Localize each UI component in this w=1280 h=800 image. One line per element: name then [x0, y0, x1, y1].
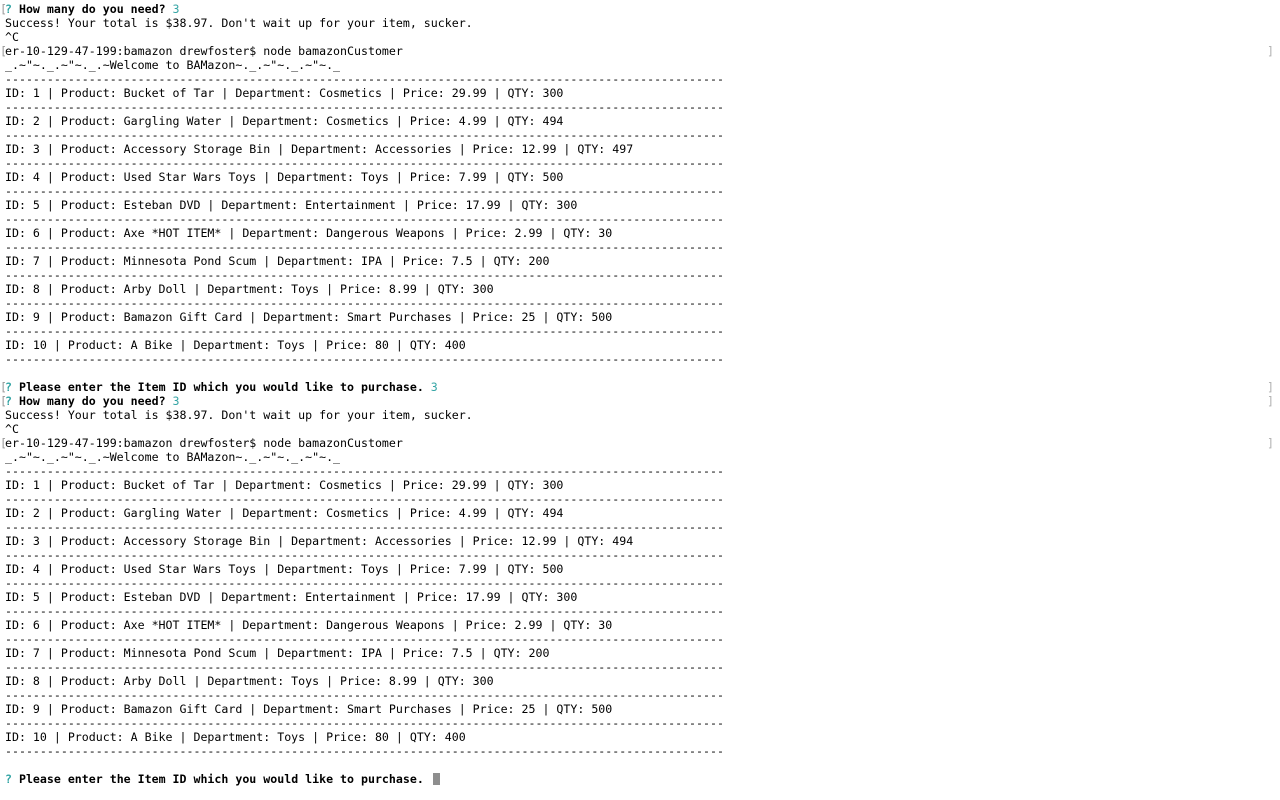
separator-line: ----------------------------------------… — [5, 100, 724, 114]
separator-line: ----------------------------------------… — [5, 156, 724, 170]
table-row: ID: 2 | Product: Gargling Water | Depart… — [5, 114, 564, 128]
welcome-banner: _.~"~._.~"~._.~Welcome to BAMazon~._.~"~… — [5, 58, 341, 72]
separator-line: ----------------------------------------… — [5, 296, 724, 310]
terminal-cursor[interactable] — [432, 773, 440, 785]
table-row: ID: 4 | Product: Used Star Wars Toys | D… — [5, 170, 564, 184]
table-row: ID: 7 | Product: Minnesota Pond Scum | D… — [5, 646, 550, 660]
table-row: ID: 1 | Product: Bucket of Tar | Departm… — [5, 86, 564, 100]
prompt-line-qty: ? How many do you need? 3 — [5, 394, 180, 408]
separator-line: ----------------------------------------… — [5, 268, 724, 282]
ctrl-c-line: ^C — [5, 422, 19, 436]
table-row: ID: 9 | Product: Bamazon Gift Card | Dep… — [5, 310, 613, 324]
wrap-marker-right: ] — [1267, 436, 1274, 450]
table-row: ID: 4 | Product: Used Star Wars Toys | D… — [5, 562, 564, 576]
separator-line: ----------------------------------------… — [5, 660, 724, 674]
separator-line: ----------------------------------------… — [5, 352, 724, 366]
purchase-question: Please enter the Item ID which you would… — [18, 772, 424, 786]
separator-line: ----------------------------------------… — [5, 716, 724, 730]
separator-line: ----------------------------------------… — [5, 492, 724, 506]
separator-line: ----------------------------------------… — [5, 324, 724, 338]
table-row: ID: 3 | Product: Accessory Storage Bin |… — [5, 534, 634, 548]
ctrl-c-line: ^C — [5, 30, 19, 44]
shell-prompt-line: er-10-129-47-199:bamazon drewfoster$ nod… — [5, 44, 403, 58]
wrap-marker-right: ] — [1267, 394, 1274, 408]
terminal-window[interactable]: [ ? How many do you need? 3 Success! You… — [0, 0, 1280, 800]
table-row: ID: 9 | Product: Bamazon Gift Card | Dep… — [5, 702, 613, 716]
separator-line: ----------------------------------------… — [5, 464, 724, 478]
table-row: ID: 5 | Product: Esteban DVD | Departmen… — [5, 590, 578, 604]
table-row: ID: 8 | Product: Arby Doll | Department:… — [5, 282, 494, 296]
qty-answer: 3 — [172, 394, 180, 408]
wrap-marker-right: ] — [1267, 380, 1274, 394]
separator-line: ----------------------------------------… — [5, 548, 724, 562]
separator-line: ----------------------------------------… — [5, 744, 724, 758]
prompt-line-purchase: ? Please enter the Item ID which you wou… — [5, 380, 438, 394]
table-row: ID: 8 | Product: Arby Doll | Department:… — [5, 674, 494, 688]
separator-line: ----------------------------------------… — [5, 184, 724, 198]
table-row: ID: 5 | Product: Esteban DVD | Departmen… — [5, 198, 578, 212]
separator-line: ----------------------------------------… — [5, 212, 724, 226]
separator-line: ----------------------------------------… — [5, 240, 724, 254]
qty-answer: 3 — [172, 2, 180, 16]
separator-line: ----------------------------------------… — [5, 576, 724, 590]
table-row: ID: 6 | Product: Axe *HOT ITEM* | Depart… — [5, 618, 613, 632]
table-row: ID: 1 | Product: Bucket of Tar | Departm… — [5, 478, 564, 492]
separator-line: ----------------------------------------… — [5, 520, 724, 534]
success-message: Success! Your total is $38.97. Don't wai… — [5, 16, 473, 30]
wrap-marker-right: ] — [1267, 44, 1274, 58]
table-row: ID: 10 | Product: A Bike | Department: T… — [5, 338, 466, 352]
qty-question: How many do you need? — [18, 394, 166, 408]
purchase-question: Please enter the Item ID which you would… — [18, 380, 424, 394]
separator-line: ----------------------------------------… — [5, 632, 724, 646]
purchase-answer: 3 — [430, 380, 438, 394]
prompt-marker-icon: ? — [5, 772, 12, 786]
separator-line: ----------------------------------------… — [5, 128, 724, 142]
separator-line: ----------------------------------------… — [5, 688, 724, 702]
separator-line: ----------------------------------------… — [5, 72, 724, 86]
prompt-marker-icon: ? — [5, 2, 12, 16]
separator-line: ----------------------------------------… — [5, 604, 724, 618]
prompt-line-qty: ? How many do you need? 3 — [5, 2, 180, 16]
table-row: ID: 7 | Product: Minnesota Pond Scum | D… — [5, 254, 550, 268]
table-row: ID: 6 | Product: Axe *HOT ITEM* | Depart… — [5, 226, 613, 240]
qty-question: How many do you need? — [18, 2, 166, 16]
table-row: ID: 3 | Product: Accessory Storage Bin |… — [5, 142, 634, 156]
prompt-marker-icon: ? — [5, 394, 12, 408]
success-message: Success! Your total is $38.97. Don't wai… — [5, 408, 473, 422]
prompt-line-purchase-active[interactable]: ? Please enter the Item ID which you wou… — [5, 772, 440, 786]
table-row: ID: 2 | Product: Gargling Water | Depart… — [5, 506, 564, 520]
welcome-banner: _.~"~._.~"~._.~Welcome to BAMazon~._.~"~… — [5, 450, 341, 464]
prompt-marker-icon: ? — [5, 380, 12, 394]
shell-prompt-line: er-10-129-47-199:bamazon drewfoster$ nod… — [5, 436, 403, 450]
table-row: ID: 10 | Product: A Bike | Department: T… — [5, 730, 466, 744]
